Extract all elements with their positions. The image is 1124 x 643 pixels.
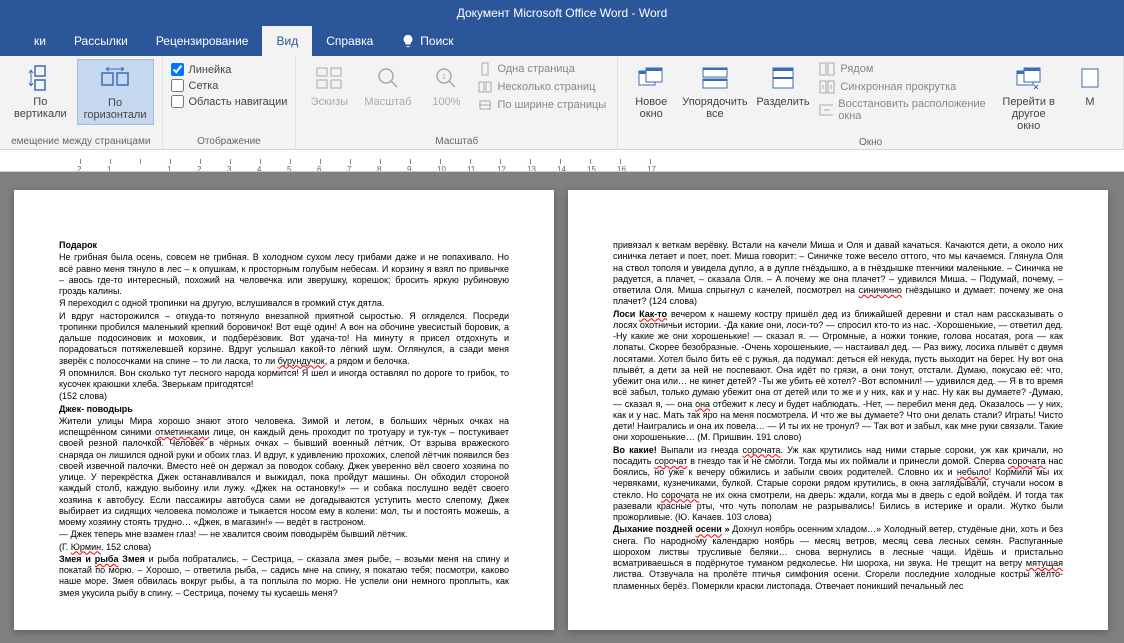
btn-arrange-all[interactable]: Упорядочить все bbox=[680, 59, 749, 123]
chk-navpane[interactable]: Область навигации bbox=[171, 95, 288, 108]
lightbulb-icon bbox=[401, 34, 415, 48]
tab-0[interactable]: ки bbox=[20, 26, 60, 56]
btn-macros-partial[interactable]: М bbox=[1065, 59, 1115, 111]
btn-split[interactable]: Разделить bbox=[754, 59, 813, 111]
ruler[interactable]: 211234567891011121314151617 bbox=[0, 150, 1124, 172]
body-text: Змея и рыба Змея и рыба побратались. – С… bbox=[59, 554, 509, 599]
zoom-icon bbox=[372, 62, 404, 94]
body-text: Я переходил с одной тропинки на другую, … bbox=[59, 298, 509, 309]
opt-multi-page: Несколько страниц bbox=[475, 79, 609, 95]
btn-new-window[interactable]: Новое окно bbox=[626, 59, 676, 123]
btn-horizontal[interactable]: По горизонтали bbox=[77, 59, 154, 125]
group-zoom: Эскизы Масштаб 1 100% Одна страница Неск… bbox=[296, 56, 618, 149]
vertical-icon bbox=[24, 62, 56, 94]
btn-switch-window[interactable]: Перейти в другое окно bbox=[996, 59, 1061, 135]
heading: Джек- поводырь bbox=[59, 404, 509, 415]
body-text: Жители улицы Мира хорошо знают этого чел… bbox=[59, 416, 509, 529]
tab-view[interactable]: Вид bbox=[262, 26, 312, 56]
page-1[interactable]: Подарок Не грибная была осень, совсем не… bbox=[14, 190, 554, 630]
btn-100pct[interactable]: 1 100% bbox=[421, 59, 471, 111]
tab-review[interactable]: Рецензирование bbox=[142, 26, 263, 56]
title-bar: Документ Microsoft Office Word - Word bbox=[0, 0, 1124, 26]
sync-icon bbox=[819, 80, 835, 94]
body-text: И вдруг насторожился – откуда-то потянул… bbox=[59, 311, 509, 367]
split-icon bbox=[767, 62, 799, 94]
body-text: Не грибная была осень, совсем не грибная… bbox=[59, 252, 509, 297]
hundred-icon: 1 bbox=[430, 62, 462, 94]
group-page-movement: По вертикали По горизонтали емещение меж… bbox=[0, 56, 163, 149]
tab-mailings[interactable]: Рассылки bbox=[60, 26, 142, 56]
body-text: Дыхание поздней осени » Дохнул ноябрь ос… bbox=[613, 524, 1063, 592]
chk-ruler[interactable]: Линейка bbox=[171, 63, 288, 76]
reset-icon bbox=[819, 103, 833, 117]
opt-page-width: По ширине страницы bbox=[475, 97, 609, 113]
one-page-icon bbox=[478, 62, 492, 76]
body-text: привязал к веткам верёвку. Встали на кач… bbox=[613, 240, 1063, 308]
body-text: Лоси Как-то вечером к нашему костру приш… bbox=[613, 309, 1063, 444]
arrange-icon bbox=[699, 62, 731, 94]
horizontal-icon bbox=[99, 63, 131, 95]
thumbnails-icon bbox=[313, 62, 345, 94]
page-2[interactable]: привязал к веткам верёвку. Встали на кач… bbox=[568, 190, 1108, 630]
body-text: Я опомнился. Вон сколько тут лесного нар… bbox=[59, 368, 509, 391]
group-label-window: Окно bbox=[626, 135, 1115, 150]
opt-side-by-side: Рядом bbox=[816, 61, 992, 77]
opt-reset-pos: Восстановить расположение окна bbox=[816, 97, 992, 123]
document-area[interactable]: Подарок Не грибная была осень, совсем не… bbox=[0, 172, 1124, 643]
window-title: Документ Microsoft Office Word - Word bbox=[457, 6, 668, 20]
opt-one-page: Одна страница bbox=[475, 61, 609, 77]
group-window: Новое окно Упорядочить все Разделить Ряд… bbox=[618, 56, 1124, 149]
switch-window-icon bbox=[1013, 62, 1045, 94]
chk-grid[interactable]: Сетка bbox=[171, 79, 288, 92]
body-text: (152 слова) bbox=[59, 391, 509, 402]
svg-text:1: 1 bbox=[443, 74, 447, 81]
group-label-zoom: Масштаб bbox=[304, 134, 609, 149]
tab-help[interactable]: Справка bbox=[312, 26, 387, 56]
ribbon: По вертикали По горизонтали емещение меж… bbox=[0, 56, 1124, 150]
side-icon bbox=[819, 62, 835, 76]
ribbon-tabs: ки Рассылки Рецензирование Вид Справка П… bbox=[0, 26, 1124, 56]
group-label-show: Отображение bbox=[171, 134, 288, 149]
page-width-icon bbox=[478, 98, 492, 112]
btn-zoom[interactable]: Масштаб bbox=[358, 59, 417, 111]
multi-page-icon bbox=[478, 80, 492, 94]
body-text: Во какие! Выпали из гнезда сорочата. Уж … bbox=[613, 445, 1063, 524]
btn-vertical[interactable]: По вертикали bbox=[8, 59, 73, 123]
macros-icon bbox=[1074, 62, 1106, 94]
body-text: — Джек теперь мне взамен глаз! — не хвал… bbox=[59, 529, 509, 540]
opt-sync-scroll: Синхронная прокрутка bbox=[816, 79, 992, 95]
group-show: Линейка Сетка Область навигации Отображе… bbox=[163, 56, 297, 149]
body-text: (Г. Юрмин. 152 слова) bbox=[59, 542, 509, 553]
group-label-pages: емещение между страницами bbox=[8, 134, 154, 149]
btn-thumbnails[interactable]: Эскизы bbox=[304, 59, 354, 111]
new-window-icon bbox=[635, 62, 667, 94]
tell-me-search[interactable]: Поиск bbox=[387, 26, 467, 56]
heading: Подарок bbox=[59, 240, 509, 251]
